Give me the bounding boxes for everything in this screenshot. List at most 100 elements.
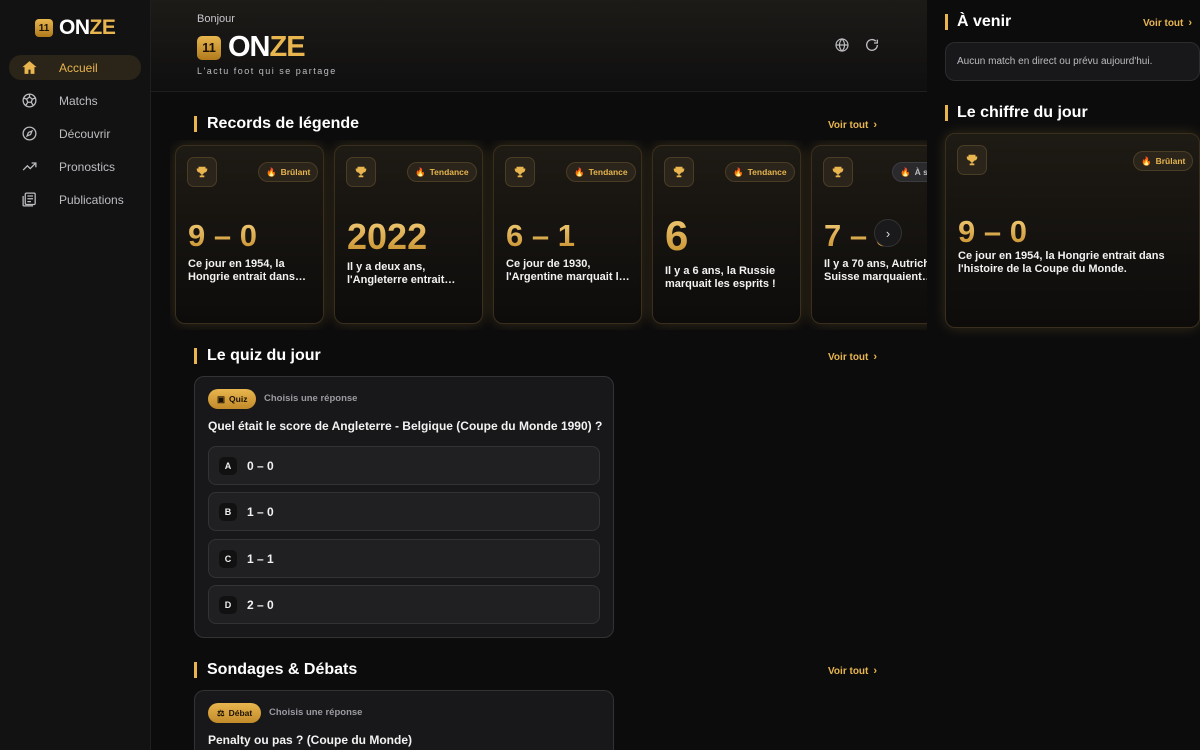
sidebar-item-accueil[interactable]: Accueil xyxy=(9,55,141,80)
greeting: Bonjour xyxy=(197,13,235,25)
logo-badge: 11 xyxy=(197,35,221,60)
record-text: Il y a deux ans, l'Angleterre entrait da… xyxy=(347,261,445,286)
record-text: Il y a 70 ans, Autriche et Suisse marqua… xyxy=(824,258,927,283)
record-text: Il y a 6 ans, la Russie marquait les esp… xyxy=(665,265,776,290)
chevron-right-icon: › xyxy=(873,665,878,677)
record-number: 9 – 0 xyxy=(188,218,257,253)
trophy-icon xyxy=(187,157,217,187)
option-text: 0 – 0 xyxy=(247,458,274,473)
globe-icon[interactable] xyxy=(834,37,850,53)
quiz-title: Le quiz du jour xyxy=(194,348,321,364)
polls-see-all[interactable]: Voir tout › xyxy=(828,665,877,677)
gavel-icon: ⚖ xyxy=(217,707,225,718)
record-card[interactable]: 🔥À suivre 7 – 5 Il y a 70 ans, Autriche … xyxy=(811,145,927,324)
trophy-icon xyxy=(957,145,987,175)
quiz-option-a[interactable]: A 0 – 0 xyxy=(208,446,600,485)
quiz-pill: ▣ Quiz xyxy=(208,389,257,409)
records-see-all[interactable]: Voir tout › xyxy=(828,119,877,131)
chevron-right-icon: › xyxy=(885,225,891,241)
option-letter: B xyxy=(219,502,237,521)
sidebar-item-label: Pronostics xyxy=(59,159,116,174)
trophy-icon xyxy=(823,157,853,187)
day-figure-title: Le chiffre du jour xyxy=(945,105,1088,121)
polls-title: Sondages & Débats xyxy=(194,662,357,678)
sidebar-item-publications[interactable]: Publications xyxy=(9,187,141,212)
sidebar-logo[interactable]: 11 ONZE xyxy=(35,16,116,40)
option-text: 1 – 1 xyxy=(247,551,274,566)
upcoming-tag: 🔥À suivre xyxy=(892,162,927,182)
flame-icon: 🔥 xyxy=(1141,155,1152,166)
day-figure-text: Ce jour en 1954, la Hongrie entrait dans… xyxy=(958,250,1165,275)
option-text: 1 – 0 xyxy=(247,504,274,519)
record-card[interactable]: 🔥 Tendance 6 – 1 Ce jour de 1930, l'Argen… xyxy=(493,145,642,324)
quiz-option-c[interactable]: C 1 – 1 xyxy=(208,539,600,578)
poll-pill: ⚖ Débat xyxy=(208,703,262,723)
sidebar-item-decouvrir[interactable]: Découvrir xyxy=(9,121,141,146)
trophy-icon xyxy=(346,157,376,187)
carousel-next-button[interactable]: › xyxy=(874,219,902,247)
record-number: 6 – 1 xyxy=(506,218,575,253)
right-panel: À venir Voir tout › Aucun match en direct… xyxy=(927,0,1200,750)
chevron-right-icon: › xyxy=(873,351,878,363)
trend-icon xyxy=(22,162,37,171)
logo-text: ONZE xyxy=(228,31,306,63)
option-letter: A xyxy=(219,456,237,475)
page-header: Bonjour 11 ONZE L'actu foot qui se parta… xyxy=(151,0,927,92)
sidebar-nav: Accueil Matchs Découvrir Pronostics Publ… xyxy=(9,55,141,220)
sidebar-item-pronostics[interactable]: Pronostics xyxy=(9,154,141,179)
quiz-option-d[interactable]: D 2 – 0 xyxy=(208,585,600,624)
trending-tag: 🔥 Brûlant xyxy=(1133,151,1194,171)
option-letter: C xyxy=(219,549,237,568)
sidebar-item-label: Publications xyxy=(59,192,124,207)
trophy-icon xyxy=(664,157,694,187)
trophy-icon xyxy=(505,157,535,187)
upcoming-see-all[interactable]: Voir tout › xyxy=(1143,17,1192,29)
refresh-icon[interactable] xyxy=(864,37,880,53)
records-title: Records de légende xyxy=(194,116,359,132)
option-letter: D xyxy=(219,595,237,614)
trending-tag: 🔥 Brûlant xyxy=(258,162,319,182)
record-card[interactable]: 🔥 Tendance 6 Il y a 6 ans, la Russie marq… xyxy=(652,145,801,324)
record-text: Ce jour en 1954, la Hongrie entrait dans… xyxy=(188,258,295,283)
chevron-right-icon: › xyxy=(1188,17,1193,29)
records-carousel: 🔥 Brûlant 9 – 0 Ce jour en 1954, la Hongr… xyxy=(170,140,927,330)
chevron-right-icon: › xyxy=(873,119,878,131)
day-figure-card[interactable]: 🔥 Brûlant 9 – 0 Ce jour en 1954, la Hongr… xyxy=(945,133,1200,328)
flame-icon: 🔥 xyxy=(900,166,911,177)
home-icon xyxy=(22,61,37,74)
trending-tag: 🔥 Tendance xyxy=(725,162,795,182)
flame-icon: 🔥 xyxy=(415,166,426,177)
record-card[interactable]: 🔥 Tendance 2022 Il y a deux ans, l'Anglet… xyxy=(334,145,483,324)
trending-tag: 🔥 Tendance xyxy=(566,162,636,182)
record-number: 6 xyxy=(665,212,689,259)
record-number: 2022 xyxy=(347,216,428,257)
quiz-question: Quel était le score de Angleterre - Belg… xyxy=(208,419,603,433)
logo-badge: 11 xyxy=(35,19,53,37)
tagline: L'actu foot qui se partage xyxy=(197,66,337,76)
poll-question: Penalty ou pas ? (Coupe du Monde) xyxy=(208,733,412,747)
upcoming-empty-state: Aucun match en direct ou prévu aujourd'h… xyxy=(945,42,1200,81)
option-text: 2 – 0 xyxy=(247,597,274,612)
sidebar-item-label: Accueil xyxy=(59,60,98,75)
upcoming-title: À venir xyxy=(945,14,1011,30)
poll-card: ⚖ Débat Choisis une réponse Penalty ou pa… xyxy=(194,690,614,750)
flame-icon: 🔥 xyxy=(733,166,744,177)
news-icon xyxy=(22,192,36,207)
flame-icon: 🔥 xyxy=(574,166,585,177)
sidebar: 11 ONZE Accueil Matchs Découvrir Pronost… xyxy=(0,0,151,750)
sidebar-item-matchs[interactable]: Matchs xyxy=(9,88,141,113)
record-text: Ce jour de 1930, l'Argentine marquait le… xyxy=(506,258,631,283)
quiz-hint: Choisis une réponse xyxy=(264,393,358,404)
quiz-card: ▣ Quiz Choisis une réponse Quel était le … xyxy=(194,376,614,638)
quiz-option-b[interactable]: B 1 – 0 xyxy=(208,492,600,531)
day-figure-number: 9 – 0 xyxy=(958,214,1027,249)
sidebar-item-label: Matchs xyxy=(59,93,98,108)
record-card[interactable]: 🔥 Brûlant 9 – 0 Ce jour en 1954, la Hongr… xyxy=(175,145,324,324)
compass-icon xyxy=(22,126,37,141)
sidebar-item-label: Découvrir xyxy=(59,126,111,141)
quiz-see-all[interactable]: Voir tout › xyxy=(828,351,877,363)
logo-text: ONZE xyxy=(59,16,116,39)
trending-tag: 🔥 Tendance xyxy=(407,162,477,182)
ball-icon xyxy=(22,93,37,108)
flame-icon: 🔥 xyxy=(266,166,277,177)
